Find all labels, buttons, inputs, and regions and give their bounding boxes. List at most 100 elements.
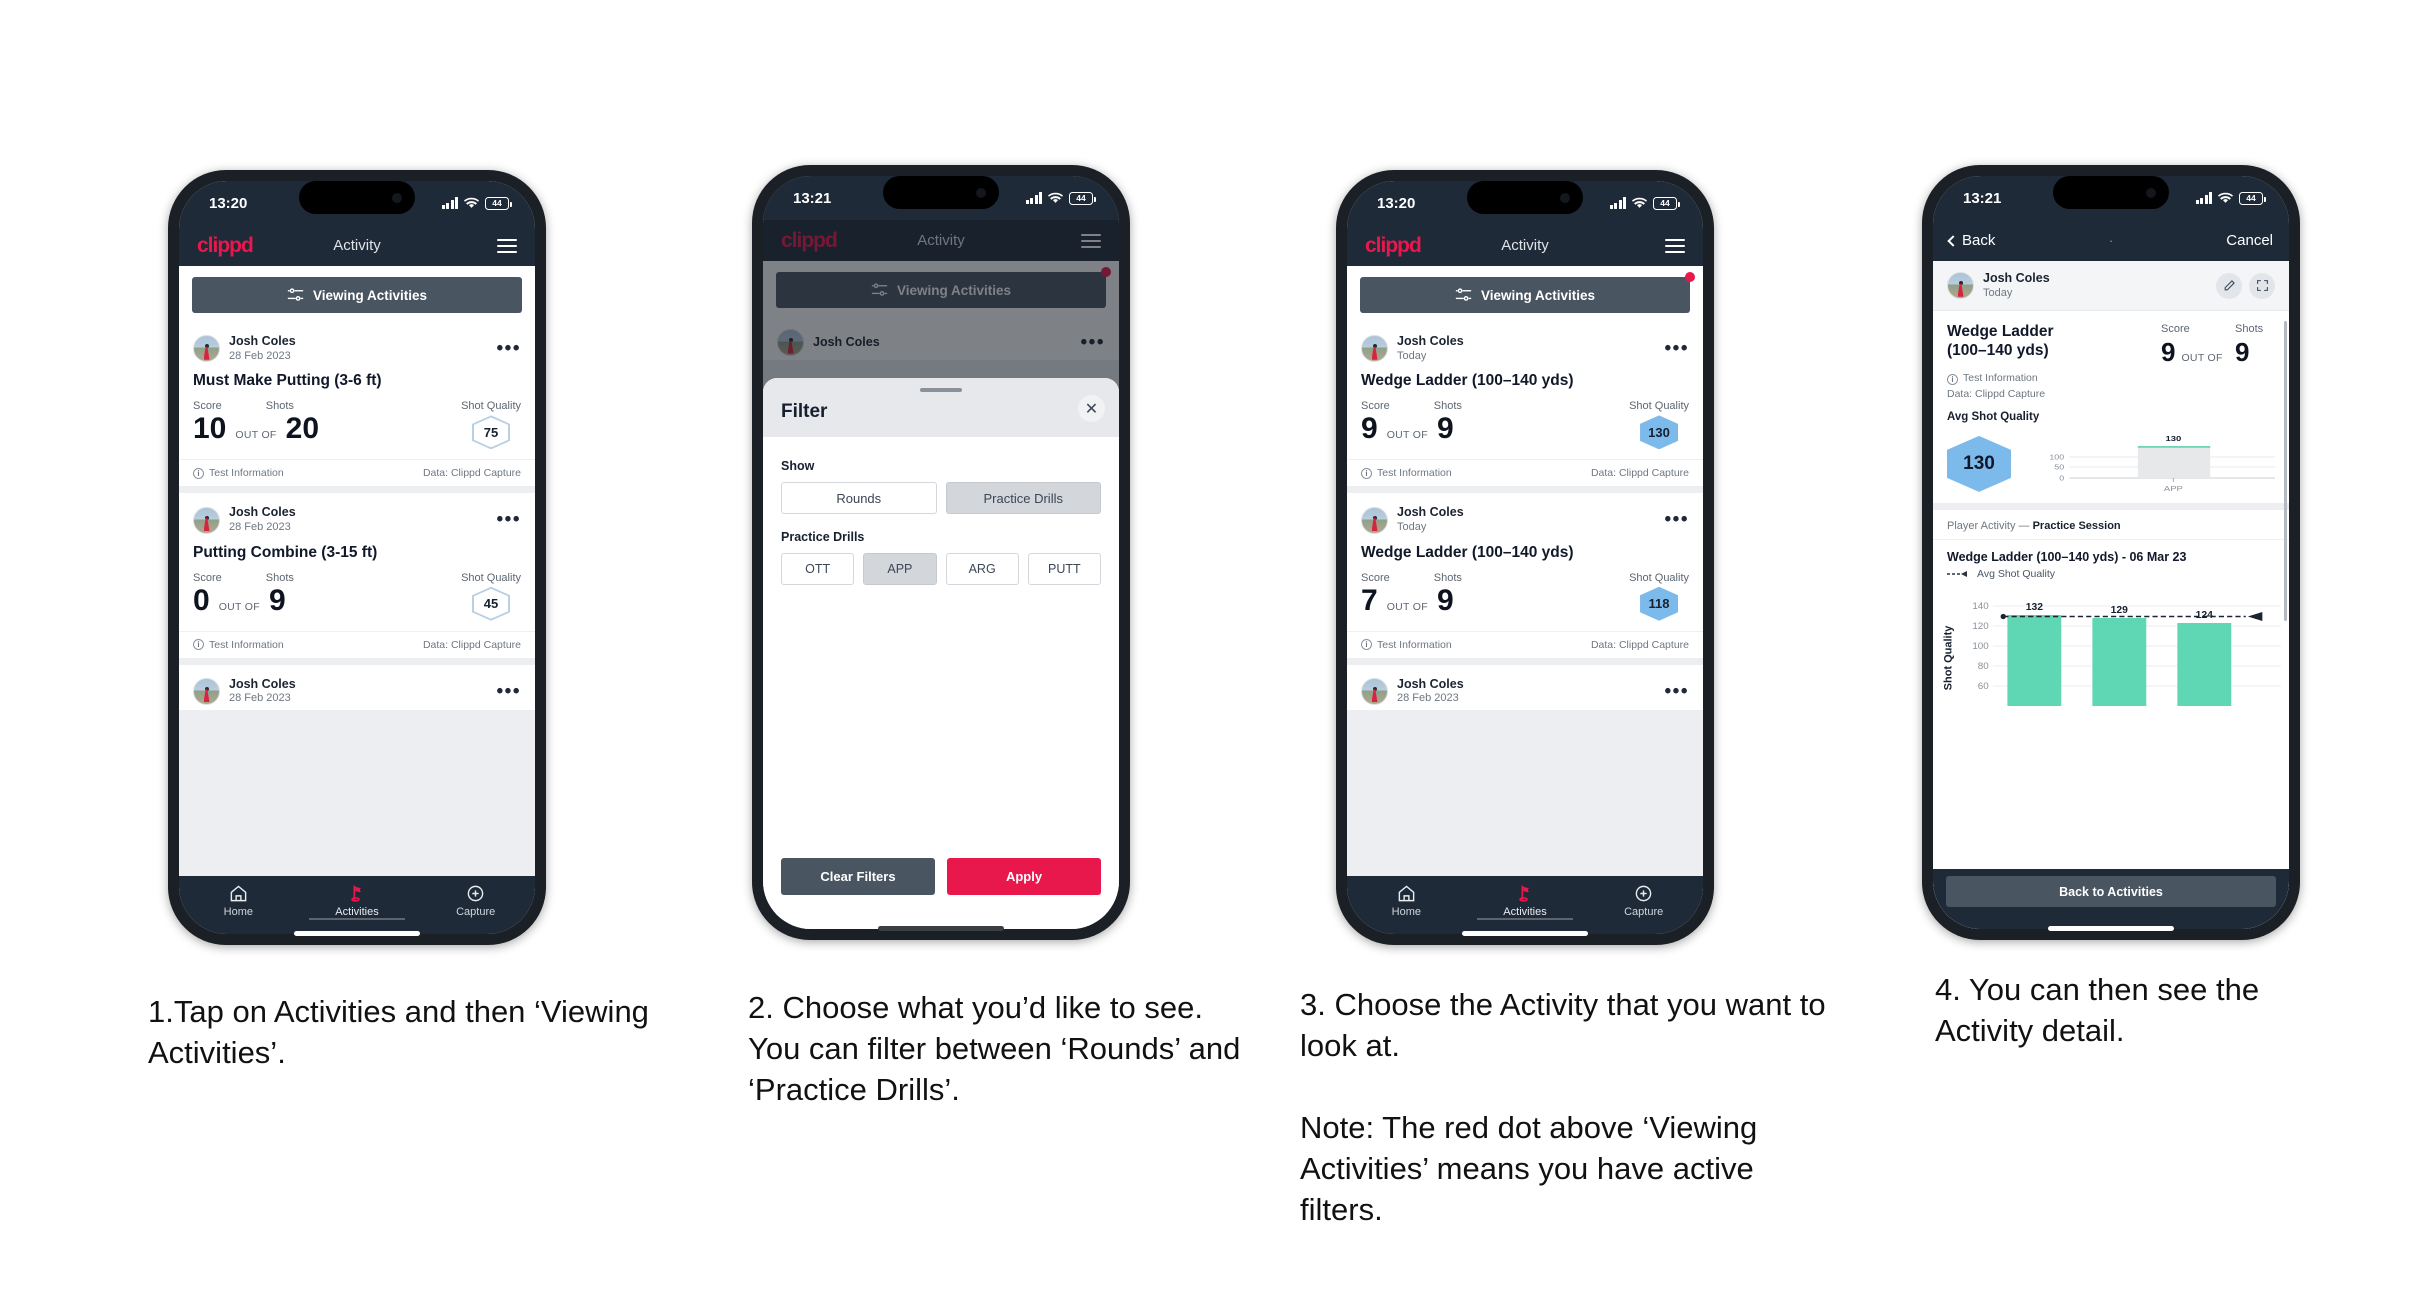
- card-more-icon[interactable]: •••: [1665, 339, 1689, 359]
- apply-button[interactable]: Apply: [947, 858, 1101, 895]
- card-header: Josh Coles 28 Feb 2023 •••: [1347, 665, 1703, 710]
- fullscreen-icon[interactable]: [2249, 272, 2275, 299]
- card-date: 28 Feb 2023: [229, 521, 291, 533]
- card-date: 28 Feb 2023: [229, 692, 291, 705]
- cancel-button[interactable]: Cancel: [2226, 232, 2273, 249]
- activity-card[interactable]: Josh Coles 28 Feb 2023 ••• Must Make Putt…: [179, 322, 535, 487]
- shot-quality-label: Shot Quality: [1629, 400, 1689, 413]
- shots-label: Shots: [265, 571, 294, 584]
- data-source-label: Data: Clippd Capture: [1590, 638, 1689, 651]
- detail-summary: Wedge Ladder (100–140 yds) Score 9 OUT OF…: [1933, 311, 2289, 369]
- filter-sheet-header: Filter ✕: [763, 378, 1119, 437]
- drill-option-arg[interactable]: ARG: [945, 553, 1019, 585]
- detail-score-label: Score: [2161, 323, 2190, 336]
- svg-text:APP: APP: [2164, 484, 2183, 493]
- tab-home[interactable]: Home: [1347, 883, 1466, 918]
- back-to-activities-button[interactable]: Back to Activities: [1946, 876, 2276, 907]
- card-more-icon[interactable]: •••: [497, 510, 521, 530]
- viewing-activities-button[interactable]: Viewing Activities: [192, 277, 522, 313]
- shot-quality-block: Shot Quality 118: [1629, 572, 1689, 621]
- show-option-practice-drills[interactable]: Practice Drills: [945, 482, 1101, 514]
- status-time: 13:20: [209, 194, 248, 212]
- phone-4: 13:21 44 Back · Cancel Josh ColesToday: [1922, 165, 2300, 940]
- tab-home-label: Home: [1391, 906, 1421, 918]
- avg-shot-quality-section: 130 130 100 50 0 APP: [1933, 423, 2289, 503]
- drill-option-putt[interactable]: PUTT: [1027, 553, 1101, 585]
- svg-text:120: 120: [1972, 621, 1988, 632]
- tab-capture[interactable]: Capture: [416, 883, 535, 918]
- info-icon: i: [193, 639, 204, 651]
- activity-detail[interactable]: Josh Coles Today Wedge Ladder (100–140 yd…: [1933, 261, 2289, 929]
- viewing-activities-bar: Viewing Activities: [1347, 266, 1703, 322]
- score-value: 7: [1361, 583, 1378, 617]
- hamburger-menu-icon[interactable]: [497, 235, 517, 257]
- card-more-icon[interactable]: •••: [1665, 510, 1689, 530]
- caption-1-text: 1.Tap on Activities and then ‘Viewing Ac…: [148, 994, 649, 1070]
- hamburger-menu-icon[interactable]: [1665, 235, 1685, 257]
- sheet-grabber[interactable]: [920, 388, 962, 392]
- wifi-icon: [464, 197, 479, 209]
- test-information-label: Test Information: [209, 467, 284, 480]
- pencil-icon[interactable]: [2216, 272, 2242, 299]
- drill-option-ott[interactable]: OTT: [781, 553, 855, 585]
- activity-card[interactable]: Josh Coles 28 Feb 2023 ••• Putting Combin…: [179, 493, 535, 658]
- cellular-signal-icon: [1025, 192, 1042, 204]
- activities-list[interactable]: Josh Coles 28 Feb 2023 ••• Must Make Putt…: [179, 322, 535, 876]
- activities-list[interactable]: Josh Coles Today ••• Wedge Ladder (100–14…: [1347, 322, 1703, 876]
- player-activity-value: Practice Session: [2032, 519, 2121, 532]
- caption-2-text: 2. Choose what you’d like to see. You ca…: [748, 990, 1241, 1107]
- home-icon: [179, 883, 298, 904]
- score-label: Score: [193, 571, 222, 584]
- score-label: Score: [1361, 571, 1390, 584]
- bottom-tab-bar: Home Activities Capture: [179, 876, 535, 934]
- status-time: 13:21: [1963, 189, 2002, 207]
- chevron-left-icon: [1947, 234, 1959, 247]
- card-title: Wedge Ladder (100–140 yds): [1361, 372, 1574, 390]
- home-indicator: [294, 931, 420, 936]
- activity-card[interactable]: Josh Coles 28 Feb 2023 •••: [179, 664, 535, 711]
- avatar: [193, 677, 220, 705]
- show-option-rounds[interactable]: Rounds: [781, 482, 937, 514]
- card-more-icon[interactable]: •••: [497, 339, 521, 359]
- svg-text:100: 100: [1972, 641, 1988, 652]
- card-user-name: Josh Coles: [229, 334, 296, 348]
- filter-sliders-icon: [1455, 288, 1472, 301]
- test-information-label: Test Information: [1377, 638, 1452, 651]
- home-indicator: [1462, 931, 1588, 936]
- clear-filters-button[interactable]: Clear Filters: [781, 858, 935, 895]
- tab-home[interactable]: Home: [179, 883, 298, 918]
- back-button[interactable]: Back: [1947, 232, 1995, 249]
- close-icon[interactable]: ✕: [1078, 395, 1105, 422]
- shot-quality-hexagon: 45: [472, 586, 511, 621]
- drill-option-app[interactable]: APP: [863, 553, 937, 585]
- tab-activities-label: Activities: [1503, 906, 1547, 918]
- tab-activities[interactable]: Activities: [1466, 883, 1585, 918]
- card-user-name: Josh Coles: [1397, 334, 1464, 348]
- detail-footer: Back to Activities: [1933, 869, 2289, 929]
- card-more-icon[interactable]: •••: [1665, 681, 1689, 701]
- activity-card[interactable]: Josh Coles Today ••• Wedge Ladder (100–14…: [1347, 493, 1703, 658]
- front-camera-icon: [976, 187, 986, 198]
- clippd-logo: clippd: [197, 233, 254, 257]
- detail-info: i Test Information Data: Clippd Capture: [1933, 369, 2289, 403]
- activity-card[interactable]: Josh Coles Today ••• Wedge Ladder (100–14…: [1347, 322, 1703, 487]
- card-metrics: Score Shots 10 OUT OF 20 Shot Quality 75: [179, 392, 535, 459]
- session-chart-title: Wedge Ladder (100–140 yds) - 06 Mar 23: [1947, 549, 2187, 564]
- caption-1: 1.Tap on Activities and then ‘Viewing Ac…: [148, 992, 678, 1074]
- card-more-icon[interactable]: •••: [497, 681, 521, 701]
- tab-activities[interactable]: Activities: [298, 883, 417, 918]
- detail-shots-block: Shots 9: [2235, 323, 2275, 365]
- tab-capture[interactable]: Capture: [1584, 883, 1703, 918]
- home-indicator: [2048, 926, 2174, 931]
- player-activity-line: Player Activity — Practice Session: [1933, 510, 2289, 540]
- status-time: 13:21: [793, 189, 832, 207]
- shots-value: 9: [1436, 583, 1454, 617]
- card-user-name: Josh Coles: [229, 505, 296, 520]
- shot-quality-hexagon: 118: [1640, 586, 1679, 621]
- status-time: 13:20: [1377, 194, 1416, 212]
- activity-card[interactable]: Josh Coles 28 Feb 2023 •••: [1347, 664, 1703, 711]
- shot-quality-label: Shot Quality: [461, 400, 521, 413]
- viewing-activities-button[interactable]: Viewing Activities: [1360, 277, 1690, 313]
- vertical-scrollbar[interactable]: [2284, 321, 2287, 621]
- nav-center-dot: ·: [2108, 233, 2114, 248]
